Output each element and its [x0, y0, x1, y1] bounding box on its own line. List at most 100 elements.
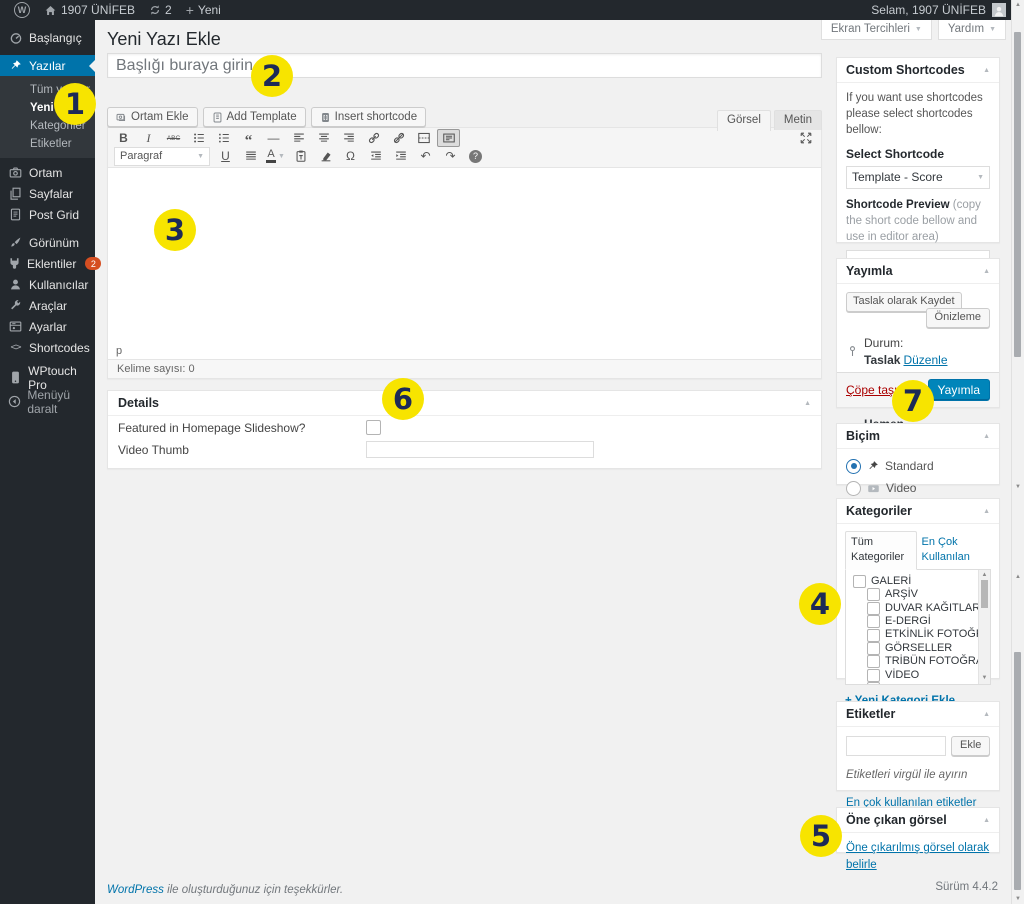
distraction-free-button[interactable]: [794, 129, 817, 147]
sidebar-item-users[interactable]: Kullanıcılar: [0, 274, 95, 295]
post-title-input[interactable]: [107, 53, 822, 78]
paste-as-text-button[interactable]: [289, 147, 312, 165]
sidebar-item-tools[interactable]: Araçlar: [0, 295, 95, 316]
edit-status-link[interactable]: Düzenle: [903, 353, 947, 367]
sidebar-item-collapse-menu[interactable]: Menüyü daralt: [0, 391, 95, 412]
video-thumb-input[interactable]: [366, 441, 594, 458]
align-right-button[interactable]: [337, 129, 360, 147]
underline-button[interactable]: U: [214, 147, 237, 165]
undo-button[interactable]: ↶: [414, 147, 437, 165]
indent-button[interactable]: [389, 147, 412, 165]
sidebar-item-plugins[interactable]: Eklentiler 2: [0, 253, 95, 274]
tags-header[interactable]: Etiketler ▲: [837, 702, 999, 727]
set-featured-image-link[interactable]: Öne çıkarılmış görsel olarak belirle: [846, 842, 989, 871]
editor-element-path[interactable]: p: [108, 344, 821, 359]
redo-button[interactable]: ↷: [439, 147, 462, 165]
align-left-button[interactable]: [287, 129, 310, 147]
paragraph-format-select[interactable]: Paragraf ▼: [114, 147, 210, 166]
video-radio[interactable]: [846, 481, 861, 496]
standard-radio[interactable]: [846, 459, 861, 474]
add-media-button[interactable]: Ortam Ekle: [107, 107, 198, 127]
scrollbar-thumb[interactable]: [1014, 652, 1021, 890]
category-checkbox[interactable]: [867, 682, 880, 685]
custom-shortcodes-header[interactable]: Custom Shortcodes ▲: [837, 58, 999, 83]
horizontal-rule-button[interactable]: —: [262, 129, 285, 147]
slideshow-checkbox[interactable]: [366, 420, 381, 435]
avatar[interactable]: [992, 3, 1006, 17]
sidebar-item-posts[interactable]: Yazılar: [0, 55, 95, 76]
details-header[interactable]: Details ▲: [108, 391, 821, 416]
preview-button[interactable]: Önizleme: [926, 308, 990, 328]
submenu-item-tags[interactable]: Etiketler: [0, 135, 95, 153]
categories-header[interactable]: Kategoriler ▲: [837, 499, 999, 524]
tab-visual[interactable]: Görsel: [717, 110, 771, 131]
admin-bar-greeting[interactable]: Selam, 1907 ÜNİFEB: [871, 3, 986, 17]
scroll-down-icon[interactable]: ▼: [979, 674, 990, 682]
category-list-scrollbar[interactable]: ▲ ▼: [978, 570, 990, 684]
bullet-list-button[interactable]: [187, 129, 210, 147]
panel-toggle-icon[interactable]: ▲: [983, 268, 990, 275]
outdent-button[interactable]: [364, 147, 387, 165]
publish-header[interactable]: Yayımla ▲: [837, 259, 999, 284]
admin-bar-updates[interactable]: 2: [149, 3, 172, 17]
italic-button[interactable]: I: [137, 129, 160, 147]
sidebar-item-appearance[interactable]: Görünüm: [0, 232, 95, 253]
category-checkbox[interactable]: [867, 602, 880, 615]
toolbar-toggle-button[interactable]: [437, 129, 460, 147]
category-checkbox[interactable]: [867, 629, 880, 642]
scroll-down-icon[interactable]: ▼: [1012, 896, 1024, 902]
panel-toggle-icon[interactable]: ▲: [983, 711, 990, 718]
wordpress-logo-icon[interactable]: W: [14, 2, 30, 18]
wordpress-link[interactable]: WordPress: [107, 884, 164, 896]
add-tag-button[interactable]: Ekle: [951, 736, 990, 756]
help-icon-button[interactable]: ?: [464, 147, 487, 165]
tab-most-used[interactable]: En Çok Kullanılan: [919, 532, 992, 569]
insert-shortcode-button[interactable]: Insert shortcode: [311, 107, 426, 127]
sidebar-item-settings[interactable]: Ayarlar: [0, 316, 95, 337]
sidebar-item-shortcodes[interactable]: <> Shortcodes: [0, 337, 95, 358]
featured-image-header[interactable]: Öne çıkan görsel ▲: [837, 808, 999, 833]
category-checkbox[interactable]: [867, 669, 880, 682]
shortcode-select[interactable]: Template - Score ▼: [846, 166, 990, 189]
text-color-button[interactable]: A ▼: [264, 147, 287, 165]
panel-toggle-icon[interactable]: ▲: [804, 400, 811, 407]
scroll-up-icon[interactable]: ▲: [979, 571, 990, 579]
panel-toggle-icon[interactable]: ▲: [983, 817, 990, 824]
help-button[interactable]: Yardım ▼: [938, 20, 1006, 40]
align-center-button[interactable]: [312, 129, 335, 147]
sidebar-item-pages[interactable]: Sayfalar: [0, 183, 95, 204]
scroll-down-icon[interactable]: ▼: [1012, 484, 1024, 490]
panel-toggle-icon[interactable]: ▲: [983, 433, 990, 440]
admin-bar-new[interactable]: + Yeni: [186, 3, 221, 17]
screen-options-button[interactable]: Ekran Tercihleri ▼: [821, 20, 932, 40]
add-template-button[interactable]: Add Template: [203, 107, 306, 127]
panel-toggle-icon[interactable]: ▲: [983, 508, 990, 515]
tab-text[interactable]: Metin: [774, 110, 822, 130]
scroll-up-icon[interactable]: ▲: [1012, 2, 1024, 8]
admin-bar-site-menu[interactable]: 1907 ÜNİFEB: [44, 3, 135, 17]
read-more-button[interactable]: [412, 129, 435, 147]
special-character-button[interactable]: Ω: [339, 147, 362, 165]
scrollbar-thumb[interactable]: [1014, 32, 1021, 357]
unlink-button[interactable]: [387, 129, 410, 147]
numbered-list-button[interactable]: [212, 129, 235, 147]
format-header[interactable]: Biçim ▲: [837, 424, 999, 449]
scrollbar-thumb[interactable]: [981, 580, 988, 608]
category-checkbox[interactable]: [867, 642, 880, 655]
bold-button[interactable]: B: [112, 129, 135, 147]
tag-input[interactable]: [846, 736, 946, 756]
category-checkbox[interactable]: [867, 655, 880, 668]
scroll-up-icon[interactable]: ▲: [1012, 574, 1024, 580]
sidebar-item-wptouch-pro[interactable]: WPtouch Pro: [0, 367, 95, 388]
sidebar-item-dashboard[interactable]: Başlangıç: [0, 27, 95, 48]
sidebar-item-post-grid[interactable]: Post Grid: [0, 204, 95, 225]
page-scrollbar[interactable]: ▲ ▼ ▲ ▼: [1011, 0, 1024, 904]
category-checkbox[interactable]: [867, 588, 880, 601]
clear-formatting-button[interactable]: [314, 147, 337, 165]
sidebar-item-media[interactable]: Ortam: [0, 162, 95, 183]
publish-button[interactable]: Yayımla: [928, 379, 990, 401]
move-to-trash-link[interactable]: Çöpe taşı: [846, 383, 897, 397]
strikethrough-button[interactable]: ABC: [162, 129, 185, 147]
category-checkbox[interactable]: [853, 575, 866, 588]
category-checkbox[interactable]: [867, 615, 880, 628]
